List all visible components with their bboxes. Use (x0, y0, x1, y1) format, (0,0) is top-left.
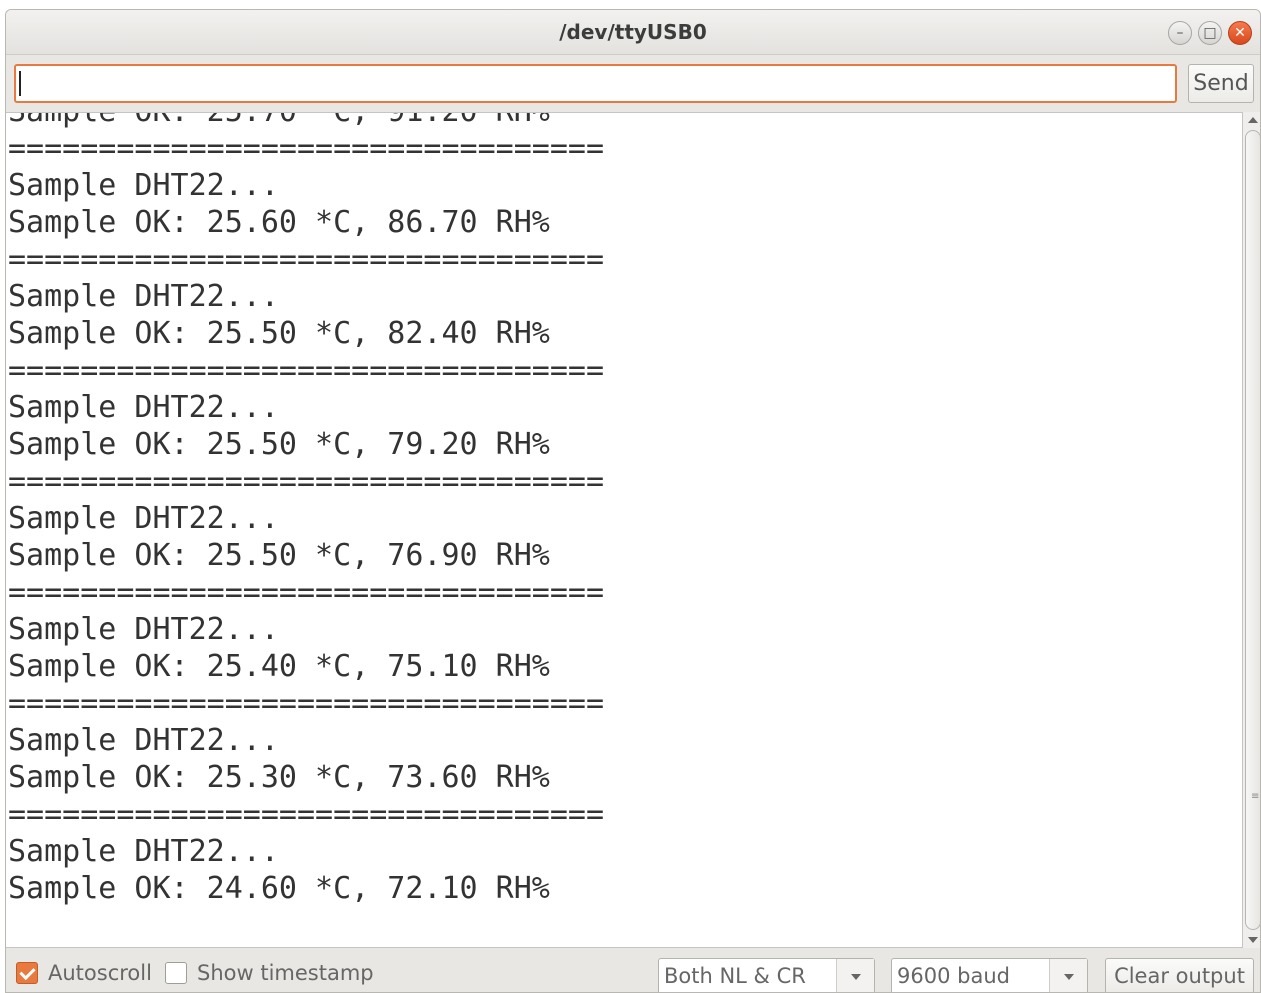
grip-icon: ≡ (1251, 791, 1260, 802)
serial-output[interactable]: Sample OK: 25.70 *C, 91.20 RH%==========… (6, 112, 1242, 948)
title-bar[interactable]: /dev/ttyUSB0 – □ ✕ (6, 10, 1260, 55)
output-line: Sample OK: 25.70 *C, 91.20 RH% (8, 113, 604, 130)
output-line: Sample OK: 25.30 *C, 73.60 RH% (8, 760, 550, 795)
output-line: Sample DHT22... (8, 168, 279, 203)
close-icon[interactable]: ✕ (1228, 21, 1252, 45)
output-line: Sample OK: 25.40 *C, 75.10 RH% (8, 649, 550, 684)
output-line: Sample DHT22... (8, 612, 279, 647)
output-line: ================================= (8, 464, 605, 499)
line-ending-value: Both NL & CR (664, 964, 806, 988)
show-timestamp-label[interactable]: Show timestamp (197, 961, 374, 985)
output-text: Sample OK: 25.70 *C, 91.20 RH%==========… (8, 113, 605, 907)
serial-monitor-window: /dev/ttyUSB0 – □ ✕ Send Sample OK: 25.70… (5, 9, 1261, 993)
text-caret (19, 71, 21, 96)
send-button[interactable]: Send (1188, 64, 1254, 103)
vertical-scrollbar[interactable]: ≡ (1242, 112, 1260, 948)
output-line: Sample DHT22... (8, 279, 279, 314)
minimize-icon[interactable]: – (1168, 21, 1192, 45)
scroll-up-icon[interactable] (1248, 117, 1258, 123)
output-line: ================================= (8, 242, 605, 277)
autoscroll-checkbox[interactable] (16, 962, 38, 984)
output-line: Sample OK: 24.60 *C, 72.10 RH% (8, 871, 550, 906)
output-line: ================================= (8, 686, 605, 721)
chevron-down-icon[interactable] (1049, 959, 1087, 992)
output-line: Sample OK: 25.60 *C, 86.70 RH% (8, 205, 550, 240)
output-line: ================================= (8, 353, 605, 388)
output-line: Sample DHT22... (8, 501, 279, 536)
window-title: /dev/ttyUSB0 (559, 20, 707, 44)
output-line: Sample OK: 25.50 *C, 82.40 RH% (8, 316, 550, 351)
scroll-down-icon[interactable] (1248, 937, 1258, 943)
output-line: Sample DHT22... (8, 723, 279, 758)
output-line: ================================= (8, 131, 605, 166)
scroll-thumb[interactable]: ≡ (1245, 130, 1260, 930)
output-line: Sample OK: 25.50 *C, 76.90 RH% (8, 538, 550, 573)
output-line: Sample OK: 25.50 *C, 79.20 RH% (8, 427, 550, 462)
baud-rate-value: 9600 baud (897, 964, 1010, 988)
baud-rate-select[interactable]: 9600 baud (891, 958, 1088, 992)
autoscroll-label[interactable]: Autoscroll (48, 961, 152, 985)
send-input[interactable] (14, 64, 1177, 103)
show-timestamp-checkbox[interactable] (165, 962, 187, 984)
output-line: ================================= (8, 575, 605, 610)
bottom-toolbar: Autoscroll Show timestamp Both NL & CR 9… (6, 956, 1260, 992)
output-line: Sample DHT22... (8, 834, 279, 869)
line-ending-select[interactable]: Both NL & CR (658, 958, 875, 992)
output-line: ================================= (8, 797, 605, 832)
chevron-down-icon[interactable] (836, 959, 874, 992)
output-line: Sample DHT22... (8, 390, 279, 425)
clear-output-button[interactable]: Clear output (1105, 958, 1254, 992)
maximize-icon[interactable]: □ (1198, 21, 1222, 45)
